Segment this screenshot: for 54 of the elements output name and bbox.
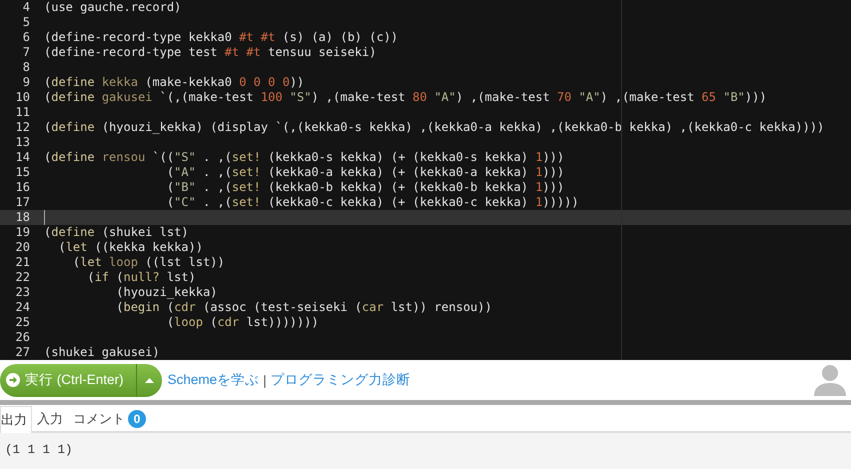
tab[interactable]: 出力 [0,406,32,433]
tab[interactable]: コメント 0 [68,406,151,431]
line-number: 18 [14,210,30,225]
code-line: ("B" . ,(set! (kekka0-b kekka) (+ (kekka0-b kekka) 1))) [166,180,564,195]
text-cursor [44,210,45,225]
line-number: 19 [14,225,30,240]
line-number: 25 [14,315,30,330]
line-number: 22 [14,270,30,285]
line-number: 26 [14,330,30,345]
code-line: (let ((kekka kekka)) [57,240,203,255]
line-number: 16 [14,180,30,195]
code-line: (let loop ((lst lst)) [72,255,225,270]
line-number: 17 [14,195,30,210]
line-number: 6 [22,30,30,45]
count-badge: 0 [128,410,146,428]
line-number: 13 [14,135,30,150]
line-number: 8 [22,60,30,75]
nav-link[interactable]: プログラミング力診断 [270,371,411,389]
code-line: (begin (cdr (assoc (test-seiseki (car lst)) rensou)) [115,300,492,315]
line-number: 5 [22,15,30,30]
line-number: 10 [14,90,30,105]
tab[interactable]: 入力 [32,406,68,431]
code-line: (loop (cdr lst))))))) [166,315,319,330]
line-number: 4 [22,0,30,15]
line-number: 11 [14,105,30,120]
line-number: 21 [14,255,30,270]
code-line: (shukei gakusei) [44,345,160,360]
code-line: (define kekka (make-kekka0 0 0 0 0)) [44,75,304,90]
code-line: (use gauche.record) [44,0,182,15]
line-number: 15 [14,165,30,180]
caret-icon [144,378,154,382]
output-text: (1 1 1 1) [5,443,73,457]
code-line: (define (shukei lst) [44,225,189,240]
code-line: (define rensou `(("S" . ,(set! (kekka0-s kekka) (+ (kekka0-s kekka) 1))) [44,150,564,165]
line-number: 14 [14,150,30,165]
line-number: 20 [14,240,30,255]
line-number: 27 [14,345,30,360]
line-number: 9 [22,75,30,90]
line-number: 23 [14,285,30,300]
line-number: 24 [14,300,30,315]
link-separator: | [263,372,267,388]
code-line: (hyouzi_kekka) [115,285,218,300]
code-line: (define-record-type kekka0 #t #t (s) (a) (b) (c)) [44,30,398,45]
line-number: 12 [14,120,30,135]
arrow-circle-icon [6,373,20,387]
code-line: (if (null? lst) [86,270,196,285]
code-line: (define (hyouzi_kekka) (display `(,(kekka0-s kekka) ,(kekka0-a kekka) ,(kekka0-b kekka) ,(kekka0-c kekka)))) [44,120,824,135]
nav-link[interactable]: Schemeを学ぶ [168,371,260,389]
line-number: 7 [22,45,30,60]
code-line: ("A" . ,(set! (kekka0-a kekka) (+ (kekka0-a kekka) 1))) [166,165,564,180]
code-line: (define-record-type test #t #t tensuu seiseki) [44,45,376,60]
code-line: ("C" . ,(set! (kekka0-c kekka) (+ (kekka0-c kekka) 1))))) [166,195,579,210]
code-line: (define gakusei `(,(make-test 100 "S") ,(make-test 80 "A") ,(make-test 70 "A") ,(make-test 65 "B"))) [44,90,767,105]
dropdown-button[interactable] [136,364,162,396]
